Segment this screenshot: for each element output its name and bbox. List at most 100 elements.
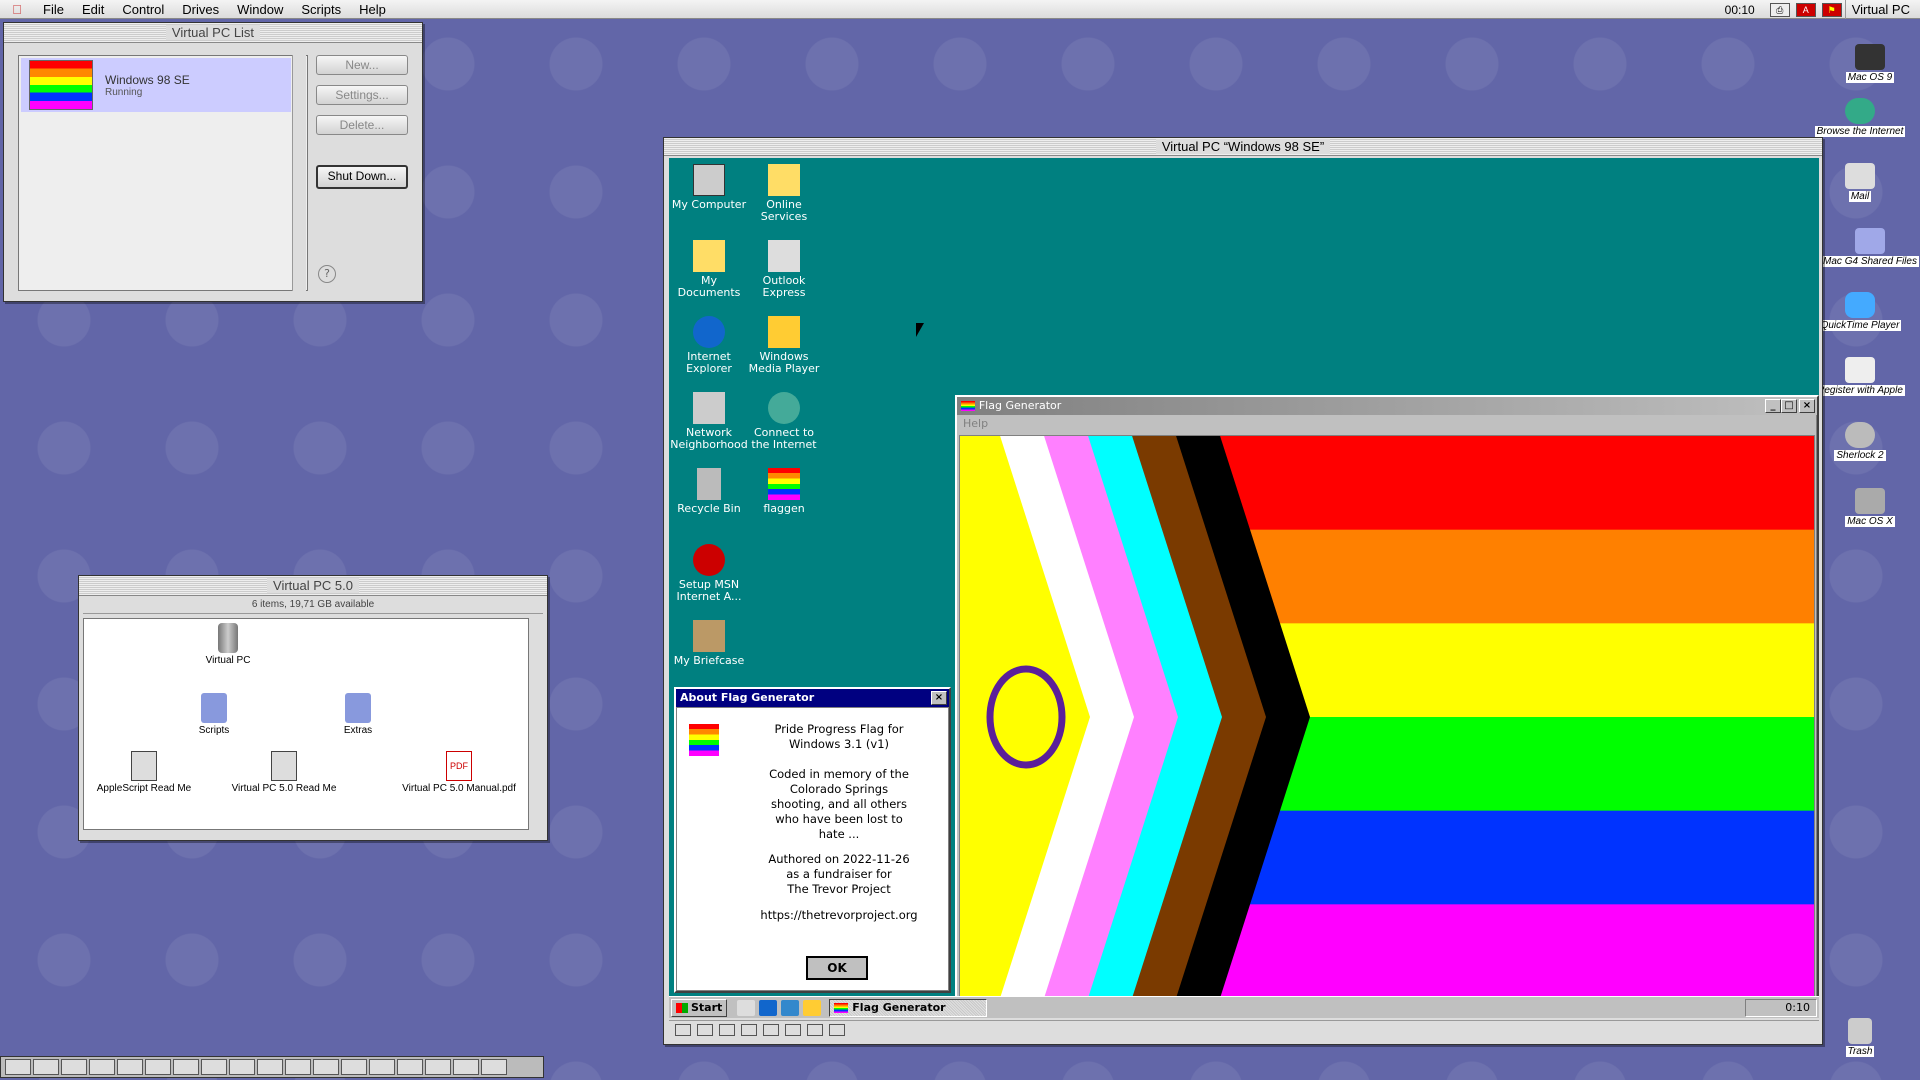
folder-icon (1855, 228, 1885, 254)
cd-drive-icon[interactable] (697, 1023, 713, 1036)
ati-icon[interactable]: A (1795, 2, 1816, 17)
win-icon-flaggen[interactable]: flaggen (744, 468, 824, 515)
shut-down-button[interactable]: Shut Down... (316, 165, 408, 189)
new-button[interactable]: New... (316, 55, 408, 75)
application-menu[interactable]: Virtual PC (1844, 0, 1920, 19)
menu-file[interactable]: File (34, 0, 73, 19)
finder-item-virtual-pc[interactable]: Virtual PC (168, 623, 288, 666)
hard-drive-icon[interactable] (719, 1023, 735, 1036)
control-strip-item-icon[interactable] (313, 1059, 339, 1075)
control-strip-item-icon[interactable] (89, 1059, 115, 1075)
pdf-icon: PDF (446, 751, 472, 781)
finder-item-extras[interactable]: Extras (298, 693, 418, 736)
desktop-icon-shared-files[interactable]: Mac G4 Shared Files (1820, 228, 1920, 267)
network-icon[interactable] (763, 1023, 779, 1036)
control-strip-item-icon[interactable] (201, 1059, 227, 1075)
apple-menu-icon[interactable]:  (0, 2, 34, 17)
menu-drives[interactable]: Drives (173, 0, 228, 19)
win-icon-network-neighborhood[interactable]: Network Neighborhood (669, 392, 749, 451)
keyboard-flag-icon[interactable]: ⚑ (1821, 2, 1842, 17)
desktop-icon-quicktime[interactable]: QuickTime Player (1810, 292, 1910, 331)
tray-clock[interactable]: 0:10 (1785, 1001, 1810, 1014)
sound-icon[interactable] (829, 1023, 845, 1036)
desktop-icon-register-apple[interactable]: Register with Apple (1810, 357, 1910, 396)
finder-item-scripts[interactable]: Scripts (154, 693, 274, 736)
memo-line: shooting, and all others (771, 797, 907, 811)
media-player-icon[interactable] (803, 999, 822, 1016)
control-strip-item-icon[interactable] (173, 1059, 199, 1075)
desktop-icon-mac-os-x[interactable]: Mac OS X (1820, 488, 1920, 527)
finder-item-manual-pdf[interactable]: PDF Virtual PC 5.0 Manual.pdf (384, 751, 534, 794)
window-titlebar[interactable]: Virtual PC List (4, 23, 422, 43)
window-title: Virtual PC List (165, 25, 261, 40)
control-strip-item-icon[interactable] (285, 1059, 311, 1075)
menubar-clock[interactable]: 00:10 (1713, 3, 1767, 17)
desktop-icon-mac-os-9[interactable]: Mac OS 9 (1820, 44, 1920, 83)
win-icon-my-documents[interactable]: My Documents (669, 240, 749, 299)
windows-logo-icon (676, 1002, 688, 1013)
document-icon (131, 751, 157, 781)
finder-item-applescript-readme[interactable]: AppleScript Read Me (84, 751, 204, 794)
control-strip-item-icon[interactable] (369, 1059, 395, 1075)
scrollbar[interactable] (292, 55, 306, 291)
mouse-cursor-icon (916, 323, 924, 337)
control-strip-item-icon[interactable] (229, 1059, 255, 1075)
help-icon[interactable]: ? (318, 265, 336, 283)
control-strip-item-icon[interactable] (341, 1059, 367, 1075)
desktop-icon-mail[interactable]: Mail (1810, 163, 1910, 202)
control-strip-item-icon[interactable] (257, 1059, 283, 1075)
win-icon-setup-msn[interactable]: Setup MSN Internet A... (669, 544, 749, 603)
usb-icon[interactable] (785, 1023, 801, 1036)
window-titlebar[interactable]: Virtual PC 5.0 (79, 576, 547, 596)
control-strip-item-icon[interactable] (397, 1059, 423, 1075)
menu-edit[interactable]: Edit (73, 0, 113, 19)
floppy-drive-icon[interactable] (675, 1023, 691, 1036)
control-strip-item-icon[interactable] (117, 1059, 143, 1075)
window-titlebar[interactable]: About Flag Generator × (676, 689, 949, 707)
desktop-icon-sherlock[interactable]: Sherlock 2 (1810, 422, 1910, 461)
shared-folder-icon[interactable] (741, 1023, 757, 1036)
close-button[interactable]: × (1799, 399, 1815, 413)
ok-button[interactable]: OK (806, 956, 868, 980)
win-icon-outlook-express[interactable]: Outlook Express (744, 240, 824, 299)
control-strip-item-icon[interactable] (61, 1059, 87, 1075)
show-desktop-icon[interactable] (737, 999, 756, 1016)
printer-icon[interactable]: ⎙ (1769, 2, 1790, 17)
menu-help[interactable]: Help (957, 415, 1817, 433)
settings-button[interactable]: Settings... (316, 85, 408, 105)
menu-control[interactable]: Control (113, 0, 173, 19)
maximize-button[interactable]: □ (1781, 399, 1797, 413)
control-strip-item-icon[interactable] (425, 1059, 451, 1075)
control-strip-item-icon[interactable] (481, 1059, 507, 1075)
win-icon-online-services[interactable]: Online Services (744, 164, 824, 223)
control-strip-item-icon[interactable] (453, 1059, 479, 1075)
finder-item-vpc-readme[interactable]: Virtual PC 5.0 Read Me (224, 751, 344, 794)
menu-help[interactable]: Help (350, 0, 395, 19)
control-strip-item-icon[interactable] (33, 1059, 59, 1075)
outlook-express-icon[interactable] (781, 999, 800, 1016)
win-icon-internet-explorer[interactable]: Internet Explorer (669, 316, 749, 375)
control-strip-item-icon[interactable] (145, 1059, 171, 1075)
menu-window[interactable]: Window (228, 0, 292, 19)
control-strip-item-icon[interactable] (5, 1059, 31, 1075)
close-button[interactable]: × (931, 691, 947, 705)
minimize-button[interactable]: _ (1765, 399, 1781, 413)
win-icon-recycle-bin[interactable]: Recycle Bin (669, 468, 749, 515)
desktop-icon-trash[interactable]: Trash (1810, 1018, 1910, 1057)
taskbar-task-flag-generator[interactable]: Flag Generator (829, 998, 988, 1017)
window-titlebar[interactable]: Flag Generator _ □ × (957, 397, 1817, 415)
win-icon-connect-internet[interactable]: Connect to the Internet (744, 392, 824, 451)
win-icon-media-player[interactable]: Windows Media Player (744, 316, 824, 375)
delete-button[interactable]: Delete... (316, 115, 408, 135)
vm-list-item[interactable]: Windows 98 SE Running (21, 58, 291, 112)
start-button[interactable]: Start (671, 998, 728, 1017)
win-icon-my-briefcase[interactable]: My Briefcase (669, 620, 749, 667)
win-icon-my-computer[interactable]: My Computer (669, 164, 749, 211)
windows-98-desktop[interactable]: My Computer Online Services My Documents… (669, 158, 1819, 1018)
internet-explorer-icon[interactable] (759, 999, 778, 1016)
desktop-icon-browse-internet[interactable]: Browse the Internet (1810, 98, 1910, 137)
window-titlebar[interactable]: Virtual PC “Windows 98 SE” (664, 138, 1822, 156)
about-line2: Windows 3.1 (v1) (788, 737, 890, 751)
printer-icon[interactable] (807, 1023, 823, 1036)
menu-scripts[interactable]: Scripts (292, 0, 350, 19)
